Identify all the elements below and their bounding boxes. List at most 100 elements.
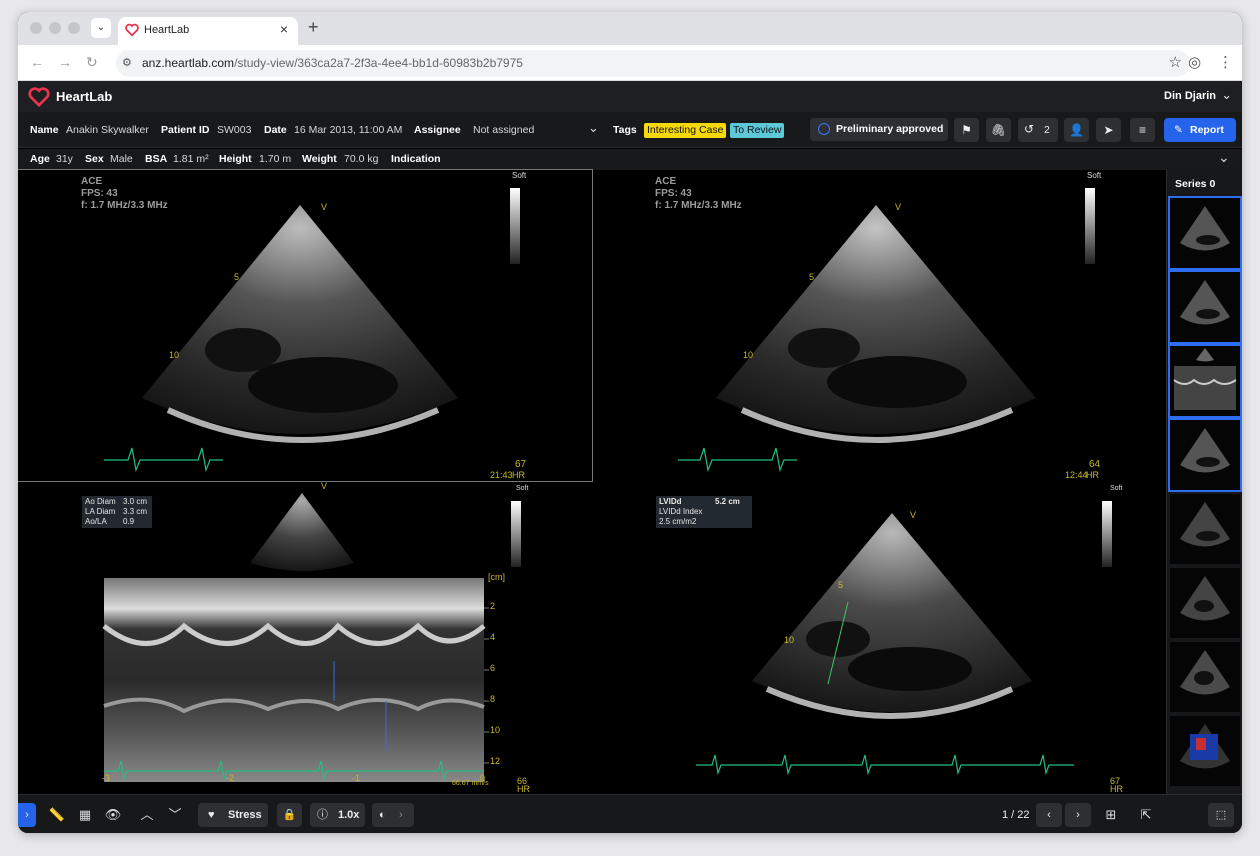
calculator-icon[interactable]: ▦ [73,803,97,827]
heartlab-logo-icon[interactable] [28,87,50,107]
next-button[interactable]: › [1065,803,1091,827]
address-bar: ← → ↻ ⚙ anz.heartlab.com/study-view/363c… [18,45,1242,81]
measurement-row: Ao/LA 0.9 [85,517,149,527]
profile-icon[interactable]: ◎ [1188,53,1201,71]
attachment-button[interactable]: 🖇 [986,118,1011,142]
acquisition-time: 12:44 [1065,470,1088,480]
soft-label: Soft [512,171,527,180]
viewer-toolbar: › 📏 ▦ 👁 ︿ ﹀ ♥ Stress 🔒 ⓘ 1.0x ◐ › 1 / 22… [18,794,1242,833]
viewer-panel-4[interactable]: LVIDd 5.2 cm LVIDd Index2.5 cm/m2 V 5 10 … [592,481,1166,794]
close-tab-icon[interactable]: × [280,21,288,37]
user-menu[interactable]: Din Djarin [1164,90,1216,102]
series-thumbnail-3[interactable] [1168,344,1242,418]
chevron-up-icon[interactable]: ︿ [135,803,159,827]
assignee-chevron-down-icon[interactable]: ⌄ [588,120,599,136]
select-region-button[interactable]: ⬚ [1208,803,1234,827]
measurement-value: 2.5 cm/m2 [659,517,697,526]
close-window-button[interactable] [30,22,42,34]
chevron-left-icon: ‹ [1047,809,1051,821]
scale-2: 2 [490,601,496,611]
weight-label: Weight [302,153,337,165]
eye-icon[interactable]: 👁 [101,803,125,827]
preset-label: ACE [655,176,677,187]
frequency-label: f: 1.7 MHz/3.3 MHz [81,200,168,211]
viewer-panel-1[interactable]: ACE FPS: 43 f: 1.7 MHz/3.3 MHz V 5 10 So… [18,169,593,482]
report-edit-icon: ✎ [1174,124,1183,136]
browser-tab[interactable]: HeartLab × [118,17,298,45]
browser-tabbar: ⌄ HeartLab × + [18,12,1242,45]
series-thumbnail-2[interactable] [1168,270,1242,344]
sex-label: Sex [85,153,104,165]
grayscale-bar [1085,188,1095,264]
send-button[interactable]: ➤ [1096,118,1121,142]
expand-details-chevron-icon[interactable]: ⌄ [1218,149,1230,166]
contrast-button[interactable]: ◐ › [372,803,414,827]
chevron-down-icon[interactable]: ﹀ [163,803,187,827]
status-badge[interactable]: Preliminary approved [810,118,948,141]
flag-button[interactable]: ⚑ [954,118,979,142]
playback-speed-button[interactable]: ⓘ 1.0x [310,803,365,827]
preset-label: ACE [81,176,103,187]
assign-user-button[interactable]: 👤 [1064,118,1089,142]
url-field[interactable]: ⚙ anz.heartlab.com/study-view/363ca2a7-2… [116,50,1190,77]
scale-6: 6 [490,663,496,673]
heart-rate-value: 64 [1089,459,1101,470]
depth-marker-10: 10 [743,350,754,360]
depth-marker-5: 5 [809,272,815,282]
app-header: HeartLab Din Djarin ⌄ [18,81,1242,112]
stress-button[interactable]: ♥ Stress [198,803,268,827]
forward-icon[interactable]: → [58,54,72,70]
back-icon[interactable]: ← [30,54,44,70]
series-thumbnail-6[interactable] [1170,568,1240,638]
menu-button[interactable]: ≡ [1130,118,1155,142]
patient-details-bar: Age 31y Sex Male BSA 1.81 m² Height 1.70… [18,149,1242,170]
tag-to-review[interactable]: To Review [730,123,785,138]
status-text: Preliminary approved [836,123,944,135]
site-settings-icon[interactable]: ⚙ [122,56,132,69]
depth-unit: [cm] [488,572,505,582]
probe-marker: V [895,202,902,212]
assignee-select[interactable]: Not assigned [473,124,534,136]
report-button[interactable]: ✎ Report [1164,118,1236,142]
depth-marker-5: 5 [234,272,240,282]
open-external-icon[interactable]: ⇱ [1134,803,1158,827]
new-tab-icon[interactable]: + [308,17,319,38]
age-label: Age [30,153,50,165]
minimize-window-button[interactable] [49,22,61,34]
grayscale-bar [511,501,521,567]
hr-unit: HR [512,470,525,480]
menu-kebab-icon[interactable]: ⋮ [1218,53,1233,71]
lock-button[interactable]: 🔒 [277,803,302,827]
measurement-box-mmode[interactable]: Ao Diam 3.0 cm LA Diam 3.3 cm Ao/LA 0.9 [82,496,152,528]
heart-pulse-icon: ♥ [208,809,215,821]
viewer-panel-3[interactable]: Ao Diam 3.0 cm LA Diam 3.3 cm Ao/LA 0.9 V S… [18,481,592,794]
tab-search-chevron-icon[interactable]: ⌄ [91,18,111,38]
soft-label: Soft [1110,485,1123,492]
viewer-panel-2[interactable]: ACE FPS: 43 f: 1.7 MHz/3.3 MHz V 5 10 So… [592,170,1166,481]
measurement-box-lvid[interactable]: LVIDd 5.2 cm LVIDd Index2.5 cm/m2 [656,496,752,528]
user-chevron-down-icon[interactable]: ⌄ [1221,87,1232,103]
series-thumbnail-8[interactable] [1170,716,1240,786]
history-button[interactable]: ↺ 2 [1018,118,1058,142]
study-date: 16 Mar 2013, 11:00 AM [294,124,403,136]
time-tick: -3 [102,773,111,783]
expand-panel-button[interactable]: › [18,803,36,827]
series-thumbnail-4[interactable] [1168,418,1242,492]
probe-marker: V [321,202,328,212]
hr-unit: HR [517,784,530,794]
tag-interesting-case[interactable]: Interesting Case [644,123,727,138]
layout-grid-icon[interactable]: ⊞ [1099,803,1123,827]
measurement-label: Ao Diam [85,497,116,506]
series-thumbnail-5[interactable] [1170,494,1240,564]
brand-name[interactable]: HeartLab [56,89,112,104]
ruler-icon[interactable]: 📏 [45,803,69,827]
series-thumbnail-7[interactable] [1170,642,1240,712]
previous-button[interactable]: ‹ [1036,803,1062,827]
hr-unit: HR [1086,470,1099,480]
series-thumbnail-1[interactable] [1168,196,1242,270]
measurement-row: LVIDd Index2.5 cm/m2 [659,507,749,527]
bookmark-star-icon[interactable]: ☆ [1169,53,1182,71]
reload-icon[interactable]: ↻ [86,54,98,71]
page-indicator: 1 / 22 [1002,809,1030,821]
zoom-window-button[interactable] [68,22,80,34]
